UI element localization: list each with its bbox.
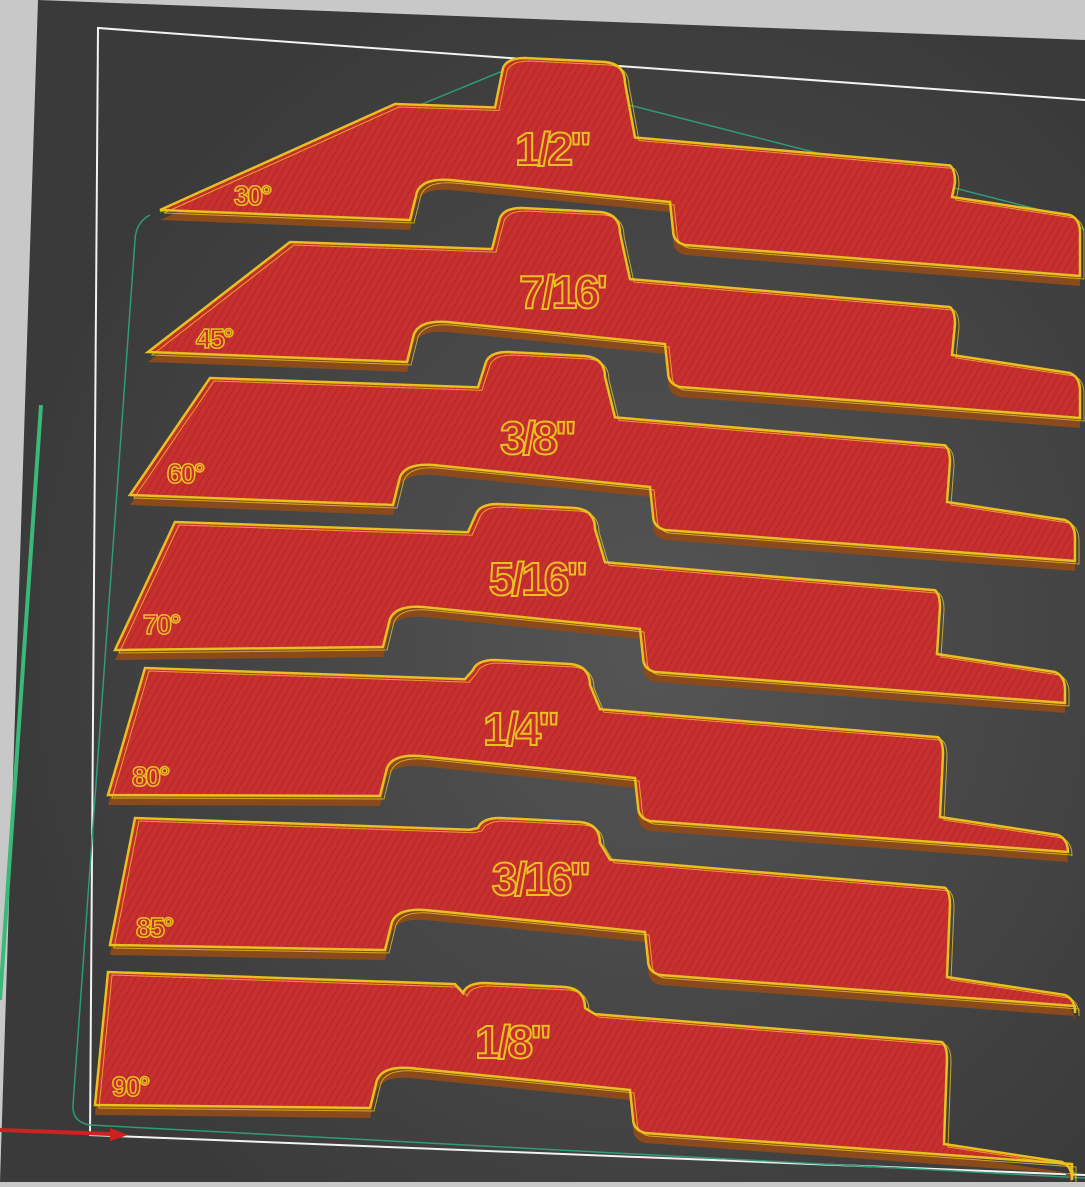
gauge-size-label: 1/8" xyxy=(475,1016,549,1068)
gauge-angle-label: 30° xyxy=(234,180,271,211)
gauge-size-label: 1/4" xyxy=(483,703,557,755)
gauge-angle-label: 70° xyxy=(143,609,180,640)
gauge-size-label: 5/16" xyxy=(489,553,586,605)
gauge-angle-label: 90° xyxy=(112,1071,149,1102)
gauge-size-label: 7/16' xyxy=(519,266,606,318)
slicer-3d-viewport[interactable]: 1/2" 30° 7/16' 45° 3/8" 60° 5/16" 70° 1/4" 80° 3/1… xyxy=(0,0,1085,1187)
gauge-angle-label: 80° xyxy=(132,761,169,792)
gauge-size-label: 1/2" xyxy=(515,123,589,175)
gauge-size-label: 3/16" xyxy=(492,853,589,905)
build-plate-scene[interactable]: 1/2" 30° 7/16' 45° 3/8" 60° 5/16" 70° 1/4" 80° 3/1… xyxy=(0,0,1085,1187)
gauge-angle-label: 60° xyxy=(167,458,204,489)
gauge-angle-label: 85° xyxy=(136,912,173,943)
gauge-size-label: 3/8" xyxy=(500,412,574,464)
gauge-angle-label: 45° xyxy=(196,323,233,354)
